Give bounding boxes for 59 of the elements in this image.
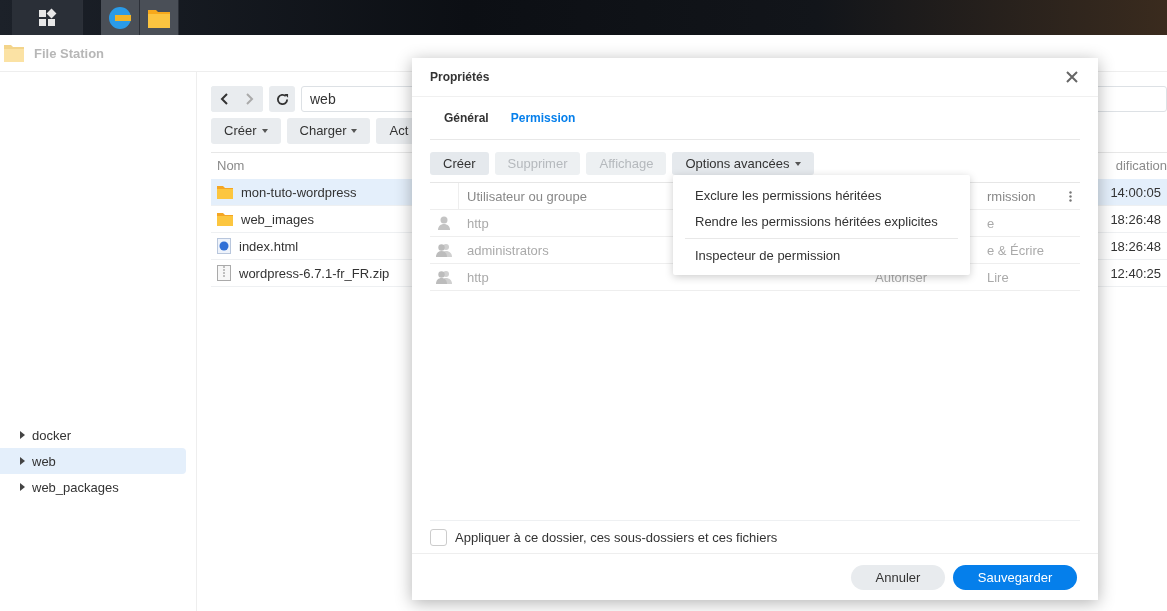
folder-icon	[3, 43, 25, 63]
modified-time: 14:00:05	[1110, 184, 1162, 200]
modified-time: 18:26:48	[1110, 238, 1162, 254]
file-name: wordpress-6.7.1-fr_FR.zip	[239, 265, 390, 281]
taskbar-app-button[interactable]	[140, 0, 179, 35]
window-title: File Station	[34, 45, 105, 61]
user-icon	[437, 216, 451, 230]
checkbox[interactable]	[430, 528, 447, 546]
menu-item[interactable]: Exclure les permissions héritées	[673, 183, 970, 209]
chevron-right-icon	[246, 93, 254, 105]
column-header: Nom	[217, 157, 245, 175]
menu-item[interactable]: Inspecteur de permission	[673, 243, 970, 269]
expand-arrow-icon	[19, 431, 25, 439]
tree-item[interactable]: web_packages	[0, 474, 186, 500]
tab[interactable]: Permission	[500, 97, 586, 139]
expand-arrow-icon	[19, 483, 25, 491]
table-cell: http	[467, 215, 489, 231]
chevron-left-icon	[220, 93, 228, 105]
menu-item[interactable]: Rendre les permissions héritées explicites	[673, 209, 970, 235]
tab[interactable]: Général	[434, 97, 499, 139]
tree-item[interactable]: web	[0, 448, 186, 474]
taskbar-app-button[interactable]	[12, 0, 83, 35]
table-cell: e & Écrire	[987, 242, 1045, 258]
table-cell: http	[467, 269, 489, 285]
users-icon	[436, 270, 452, 284]
tree-item[interactable]: docker	[0, 422, 186, 448]
zip-file-icon	[217, 265, 231, 281]
web-file-icon	[217, 238, 231, 254]
cancel-button[interactable]: Annuler	[851, 564, 945, 590]
refresh-button[interactable]	[269, 86, 295, 112]
toolbar-button[interactable]: Options avancées	[672, 152, 814, 175]
folder-icon	[217, 185, 233, 199]
file-name: index.html	[239, 238, 299, 254]
globe-icon	[108, 5, 132, 30]
folder-icon	[217, 212, 233, 226]
modified-time: 18:26:48	[1110, 211, 1162, 227]
toolbar-button[interactable]: Créer	[430, 152, 489, 175]
checkbox-label: Appliquer à ce dossier, ces sous-dossiers et ces fichiers	[455, 529, 778, 545]
column-header: dification	[1115, 157, 1167, 175]
close-icon[interactable]	[1066, 71, 1078, 83]
modified-time: 12:40:25	[1110, 265, 1162, 281]
table-cell: Autoriser	[875, 269, 928, 285]
users-icon	[436, 243, 452, 257]
app-grid-icon	[37, 7, 57, 28]
save-button[interactable]: Sauvegarder	[953, 564, 1077, 590]
column-header: rmission	[987, 188, 1036, 204]
toolbar-button[interactable]: Charger	[286, 118, 371, 144]
table-cell: administrators	[467, 242, 549, 258]
table-cell: Lire	[987, 269, 1009, 285]
file-name: mon-tuto-wordpress	[241, 184, 357, 200]
expand-arrow-icon	[19, 457, 25, 465]
column-header: Utilisateur ou groupe	[467, 188, 587, 204]
more-options-icon[interactable]	[1069, 190, 1072, 202]
taskbar-app-button[interactable]	[101, 0, 140, 35]
file-name: web_images	[241, 211, 314, 227]
table-cell: e	[987, 215, 995, 231]
toolbar-button[interactable]: Créer	[211, 118, 281, 144]
refresh-icon	[275, 92, 289, 106]
dialog-title: Propriétés	[430, 70, 490, 84]
